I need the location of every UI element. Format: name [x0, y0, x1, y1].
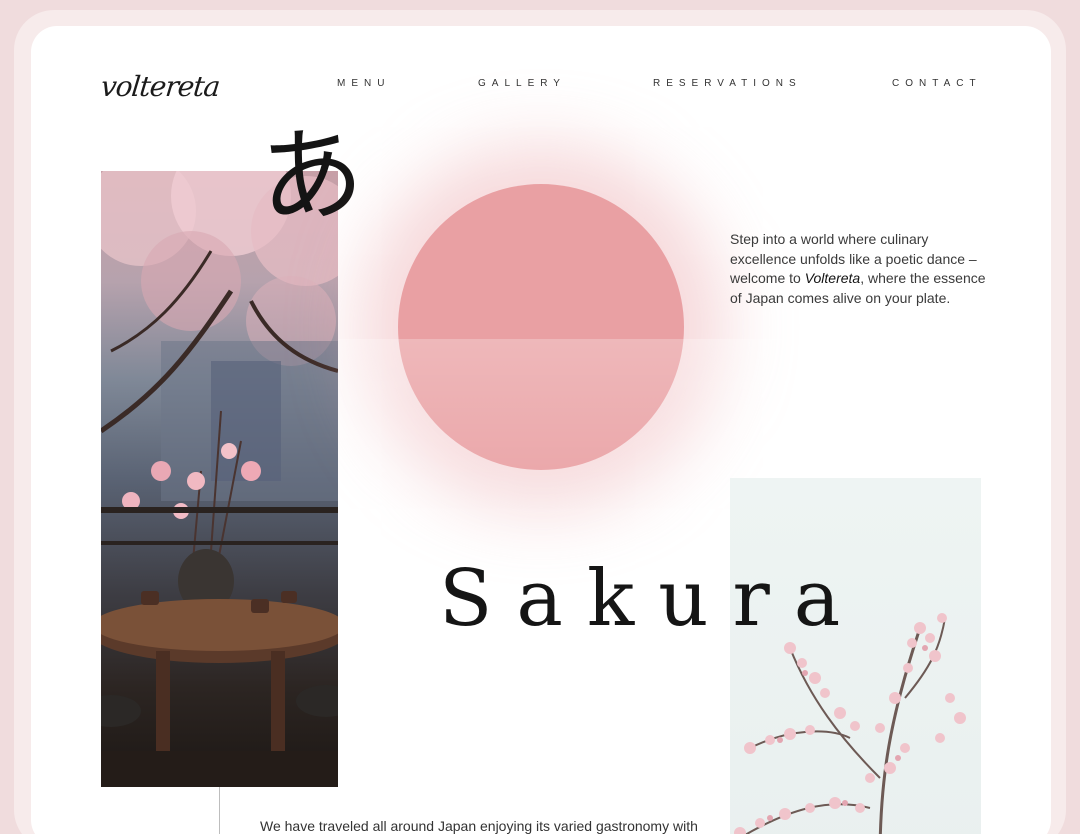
left-photo-art — [101, 171, 338, 787]
nav-item-menu[interactable]: MENU — [337, 78, 390, 89]
right-photo-art — [734, 613, 966, 834]
nav-item-reservations[interactable]: RESERVATIONS — [653, 78, 802, 89]
site-card: voltereta MENU GALLERY RESERVATIONS CONT… — [31, 26, 1051, 834]
intro-brand-name: Voltereta — [804, 270, 861, 286]
hero-title: Sakura — [439, 554, 865, 644]
kana-character: あ — [252, 109, 370, 243]
story-text: We have traveled all around Japan enjoyi… — [260, 818, 698, 834]
right-photo — [730, 478, 981, 834]
nav-item-gallery[interactable]: GALLERY — [478, 78, 566, 89]
sun-fade-overlay — [338, 339, 798, 539]
divider-line — [219, 787, 220, 834]
intro-paragraph: Step into a world where culinary excelle… — [730, 230, 990, 308]
left-photo — [101, 171, 338, 787]
brand-logo[interactable]: voltereta — [99, 70, 221, 103]
nav-item-contact[interactable]: CONTACT — [892, 78, 982, 89]
